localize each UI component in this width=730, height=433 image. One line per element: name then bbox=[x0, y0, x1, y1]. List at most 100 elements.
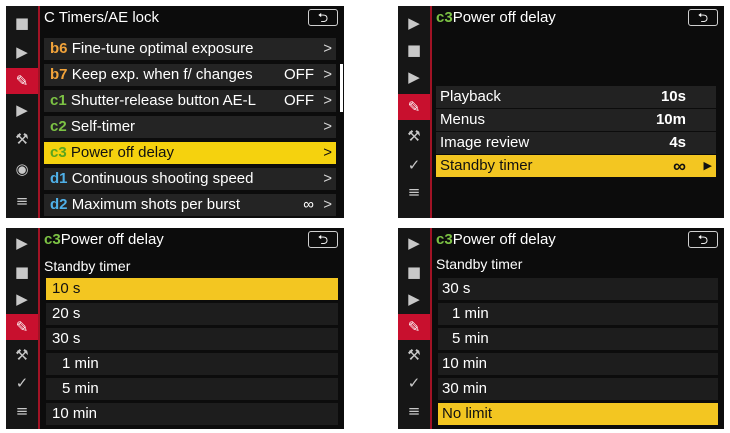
page-title-text: Power off delay bbox=[452, 231, 556, 248]
retouch-menu-icon[interactable]: ✓ bbox=[398, 372, 430, 394]
triangle-right-icon: ▶ bbox=[703, 160, 712, 172]
setting-label: Menus bbox=[440, 111, 486, 128]
photo-shooting-menu-icon[interactable]: ■ bbox=[6, 12, 38, 34]
option-1min[interactable]: 1 min bbox=[438, 303, 718, 325]
video-recording-menu-icon[interactable]: ▶ bbox=[398, 66, 430, 88]
video-recording-menu-icon[interactable]: ▶ bbox=[6, 41, 38, 63]
menu-sidebar: ▶ ■ ▶ ✎ ⚒ ✓ ≡ bbox=[398, 6, 430, 218]
option-10min[interactable]: 10 min bbox=[438, 353, 718, 375]
option-5min[interactable]: 5 min bbox=[46, 378, 338, 400]
menu-sidebar: ▶ ■ ▶ ✎ ⚒ ✓ ≡ bbox=[398, 228, 430, 429]
item-label: Keep exp. when f/ changes bbox=[71, 66, 253, 83]
setting-menus[interactable]: Menus 10m bbox=[436, 109, 716, 131]
custom-settings-menu-icon[interactable]: ✎ bbox=[6, 68, 38, 94]
my-menu-icon[interactable]: ≡ bbox=[6, 400, 38, 422]
my-menu-icon[interactable]: ≡ bbox=[6, 190, 38, 212]
page-title-text: Power off delay bbox=[60, 231, 164, 248]
video-recording-menu-icon[interactable]: ▶ bbox=[6, 288, 38, 310]
setting-label: Standby timer bbox=[440, 157, 533, 174]
setup-menu-icon[interactable]: ⚒ bbox=[398, 125, 430, 147]
setting-label: Image review bbox=[440, 134, 530, 151]
custom-settings-menu-icon[interactable]: ✎ bbox=[398, 94, 430, 120]
chevron-right-icon: > bbox=[323, 196, 332, 213]
item-label: Shutter-release button AE-L bbox=[70, 92, 256, 109]
custom-settings-menu-icon[interactable]: ✎ bbox=[6, 314, 38, 340]
playback-menu-icon[interactable]: ▶ bbox=[398, 232, 430, 254]
option-no-limit[interactable]: No limit bbox=[438, 403, 718, 425]
timers-ae-lock-menu: ■ ▶ ✎ ▶ ⚒ ◉ ≡ C Timers/AE lock ⮌ b6 Fine… bbox=[6, 6, 344, 218]
setting-standby-timer[interactable]: Standby timer ∞ ▶ bbox=[436, 155, 716, 177]
power-off-delay-menu: ▶ ■ ▶ ✎ ⚒ ✓ ≡ c3Power off delay ⮌ Playba… bbox=[398, 6, 724, 218]
option-30s[interactable]: 30 s bbox=[46, 328, 338, 350]
back-button[interactable]: ⮌ bbox=[308, 9, 338, 26]
sidebar-divider bbox=[430, 228, 432, 429]
item-label: Power off delay bbox=[70, 144, 174, 161]
video-recording-menu-icon[interactable]: ▶ bbox=[398, 288, 430, 310]
playback-menu-icon[interactable]: ▶ bbox=[398, 12, 430, 34]
item-label: Self-timer bbox=[70, 118, 136, 135]
retouch-menu-icon[interactable]: ✓ bbox=[6, 372, 38, 394]
setting-value: ∞ bbox=[673, 156, 686, 176]
network-menu-icon[interactable]: ◉ bbox=[6, 158, 38, 180]
option-5min[interactable]: 5 min bbox=[438, 328, 718, 350]
page-title: c3Power off delay bbox=[432, 228, 724, 252]
page-title: c3Power off delay bbox=[40, 228, 344, 252]
item-code: b7 bbox=[50, 66, 68, 83]
setup-menu-icon[interactable]: ⚒ bbox=[398, 344, 430, 366]
item-code: b6 bbox=[50, 40, 68, 57]
item-value: ∞ bbox=[303, 196, 314, 213]
retouch-menu-icon[interactable]: ✓ bbox=[398, 154, 430, 176]
menu-item-d2[interactable]: d2 Maximum shots per burst ∞ > bbox=[44, 194, 336, 216]
setting-playback[interactable]: Playback 10s bbox=[436, 86, 716, 108]
item-label: Maximum shots per burst bbox=[71, 196, 241, 213]
photo-shooting-menu-icon[interactable]: ■ bbox=[6, 261, 38, 283]
menu-item-b7[interactable]: b7 Keep exp. when f/ changes OFF > bbox=[44, 64, 336, 86]
item-code: d1 bbox=[50, 170, 68, 187]
menu-item-c2[interactable]: c2 Self-timer > bbox=[44, 116, 336, 138]
setting-image-review[interactable]: Image review 4s bbox=[436, 132, 716, 154]
setup-menu-icon[interactable]: ⚒ bbox=[6, 344, 38, 366]
page-title: c3Power off delay bbox=[432, 6, 724, 30]
item-code: c3 bbox=[44, 231, 61, 248]
setting-value: 10s bbox=[660, 88, 686, 105]
option-30s[interactable]: 30 s bbox=[438, 278, 718, 300]
chevron-right-icon: > bbox=[323, 144, 332, 161]
menu-sidebar: ■ ▶ ✎ ▶ ⚒ ◉ ≡ bbox=[6, 6, 38, 218]
back-button[interactable]: ⮌ bbox=[308, 231, 338, 248]
item-code: c3 bbox=[50, 144, 67, 161]
submenu-title: Standby timer bbox=[436, 256, 523, 272]
page-title: C Timers/AE lock bbox=[44, 9, 160, 26]
menu-item-c1[interactable]: c1 Shutter-release button AE-L OFF > bbox=[44, 90, 336, 112]
chevron-right-icon: > bbox=[323, 40, 332, 57]
playback-menu-icon[interactable]: ▶ bbox=[6, 99, 38, 121]
scrollbar[interactable] bbox=[340, 64, 343, 112]
option-1min[interactable]: 1 min bbox=[46, 353, 338, 375]
menu-item-c3[interactable]: c3 Power off delay > bbox=[44, 142, 336, 164]
setting-value: 4s bbox=[669, 134, 686, 151]
chevron-right-icon: > bbox=[323, 92, 332, 109]
option-30min[interactable]: 30 min bbox=[438, 378, 718, 400]
back-button[interactable]: ⮌ bbox=[688, 231, 718, 248]
option-10min[interactable]: 10 min bbox=[46, 403, 338, 425]
my-menu-icon[interactable]: ≡ bbox=[398, 400, 430, 422]
item-label: Continuous shooting speed bbox=[71, 170, 254, 187]
setup-menu-icon[interactable]: ⚒ bbox=[6, 128, 38, 150]
menu-sidebar: ▶ ■ ▶ ✎ ⚒ ✓ ≡ bbox=[6, 228, 38, 429]
option-10s[interactable]: 10 s bbox=[46, 278, 338, 300]
menu-item-d1[interactable]: d1 Continuous shooting speed > bbox=[44, 168, 336, 190]
custom-settings-menu-icon[interactable]: ✎ bbox=[398, 314, 430, 340]
photo-shooting-menu-icon[interactable]: ■ bbox=[398, 39, 430, 61]
setting-label: Playback bbox=[440, 88, 501, 105]
option-20s[interactable]: 20 s bbox=[46, 303, 338, 325]
menu-item-b6[interactable]: b6 Fine-tune optimal exposure > bbox=[44, 38, 336, 60]
chevron-right-icon: > bbox=[323, 66, 332, 83]
chevron-right-icon: > bbox=[323, 118, 332, 135]
playback-menu-icon[interactable]: ▶ bbox=[6, 232, 38, 254]
item-code: c1 bbox=[50, 92, 67, 109]
photo-shooting-menu-icon[interactable]: ■ bbox=[398, 261, 430, 283]
my-menu-icon[interactable]: ≡ bbox=[398, 181, 430, 203]
standby-timer-options-top: ▶ ■ ▶ ✎ ⚒ ✓ ≡ c3Power off delay ⮌ Standb… bbox=[6, 228, 344, 429]
back-button[interactable]: ⮌ bbox=[688, 9, 718, 26]
item-code: c3 bbox=[436, 9, 453, 26]
page-title-text: Power off delay bbox=[452, 9, 556, 26]
